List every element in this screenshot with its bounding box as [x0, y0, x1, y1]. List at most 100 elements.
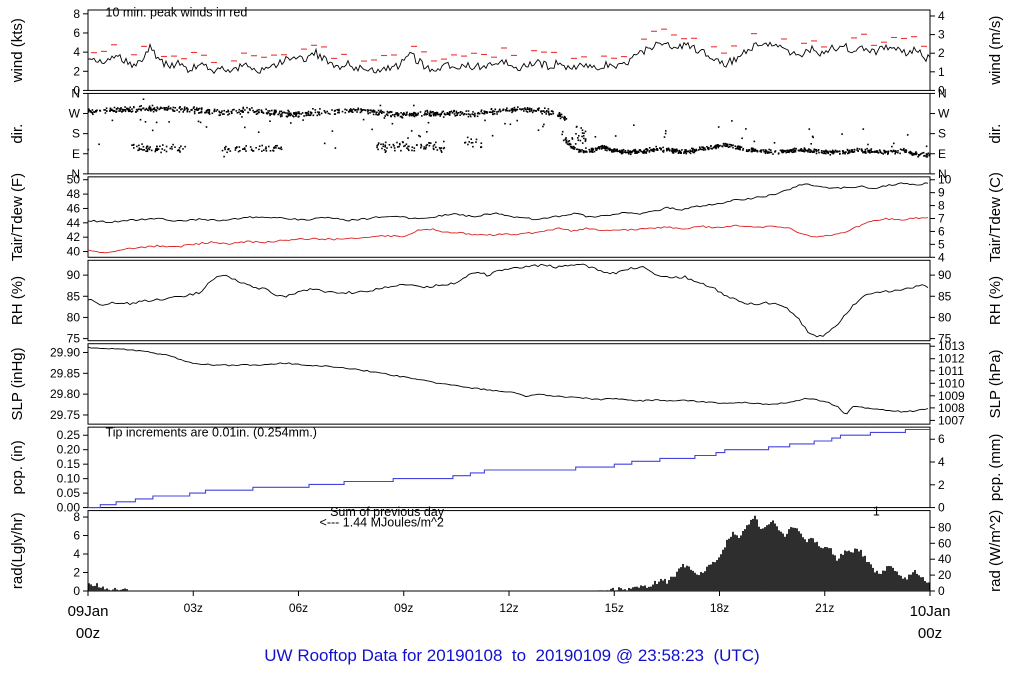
annotation-rad: <--- 1.44 MJoules/m^2 [320, 515, 444, 529]
panel-rh: 7580859075808590RH (%) RH (%) [9, 259, 1004, 346]
y-tick-label-right: 2 [938, 46, 945, 60]
y-tick-label-right: 80 [938, 310, 952, 324]
x-axis: 03z 06z 09z 12z 15z 18z 21z 09Jan 00z 10Jan 00z [68, 591, 951, 642]
y-tick-label-left: 0.15 [57, 457, 81, 471]
x-end-date-label: 10Jan [910, 603, 951, 620]
y-tick-label-left: 29.75 [50, 408, 80, 422]
y-tick-label-left: 85 [67, 289, 81, 303]
x-tick-label: 12z [499, 601, 518, 615]
axis-label-right-pcp: pcp. (mm) [987, 434, 1004, 502]
y-tick-label-right: 2 [938, 478, 945, 492]
axis-label-right-temp: Tair/Tdew (C) [987, 172, 1004, 262]
axis-label-right-rad: rad (W/m^2) [987, 510, 1004, 592]
y-tick-label-right: 1008 [938, 401, 965, 415]
axis-label-left-rad: rad(Lgly/hr) [9, 512, 26, 589]
annotation-pcp: Tip increments are 0.01in. (0.254mm.) [106, 426, 317, 440]
y-tick-label-right: 6 [938, 224, 945, 238]
x-tick-label: 18z [710, 601, 729, 615]
panel-slp: 29.75 29.80 29.85 29.90 10071008100910101011… [9, 339, 1004, 427]
y-tick-label-right: 1012 [938, 352, 965, 366]
y-tick-label-right: 3 [938, 28, 945, 42]
y-tick-label-left: 2 [73, 64, 80, 78]
y-tick-label-left: 6 [73, 26, 80, 40]
axis-label-left-temp: Tair/Tdew (F) [9, 173, 26, 261]
y-tick-label-left: 4 [73, 547, 80, 561]
panel-rad: 02468020406080rad(Lgly/hr) rad (W/m^2)Sum… [9, 505, 1004, 598]
y-tick-label-right: 10 [938, 173, 952, 187]
y-tick-label-right: 4 [938, 250, 945, 264]
y-tick-label-right: 40 [938, 552, 952, 566]
axis-label-left-dir: dir. [9, 124, 26, 144]
y-tick-label-right: 85 [938, 289, 952, 303]
axis-label-left-wind: wind (kts) [9, 18, 26, 83]
y-tick-label-left: 90 [67, 268, 81, 282]
x-end-date-label: 00z [918, 625, 942, 642]
y-tick-label-left: 29.80 [50, 387, 80, 401]
x-tick-label: 15z [605, 601, 624, 615]
y-tick-label-left: 75 [67, 332, 81, 346]
x-start-date-label: 00z [76, 625, 100, 642]
y-tick-label-left: 8 [73, 510, 80, 524]
y-tick-label-right: 1013 [938, 339, 965, 353]
x-start-date-label: 09Jan [68, 603, 109, 620]
y-tick-label-right: 1010 [938, 376, 965, 390]
y-tick-label-left: 0.25 [57, 428, 81, 442]
panel-pcp: 0.000.050.100.150.200.250246pcp. (in) pcp… [9, 426, 1004, 515]
y-tick-label-right: 4 [938, 455, 945, 469]
y-tick-label-right: 90 [938, 268, 952, 282]
y-tick-label-right: 0 [938, 501, 945, 515]
axis-label-left-pcp: pcp. (in) [9, 440, 26, 494]
annotation-wind: 10 min. peak winds in red [106, 6, 248, 20]
y-tick-label-left: S [72, 127, 80, 141]
panel-temp: 404244464850 45678910 Tair/Tdew (F) Tair/Td… [9, 172, 1004, 264]
x-tick-label: 09z [394, 601, 413, 615]
x-tick-label: 21z [815, 601, 834, 615]
y-tick-label-right: 60 [938, 536, 952, 550]
y-tick-label-right: 20 [938, 568, 952, 582]
panel-dir: NWSENNWSENdir. dir. [9, 86, 1004, 180]
y-tick-label-left: 80 [67, 310, 81, 324]
chart-title: UW Rooftop Data for 20190108 to 20190109… [264, 646, 760, 665]
axis-label-left-slp: SLP (inHg) [9, 347, 26, 420]
x-tick-label: 03z [184, 601, 203, 615]
y-tick-label-left: N [71, 86, 80, 100]
y-tick-label-left: 2 [73, 566, 80, 580]
y-tick-label-right: N [938, 86, 947, 100]
y-tick-label-right: 1011 [938, 364, 964, 378]
axis-label-right-wind: wind (m/s) [987, 16, 1004, 86]
y-tick-label-left: 40 [67, 245, 81, 259]
y-tick-label-left: E [72, 147, 80, 161]
y-tick-label-right: W [938, 107, 950, 121]
y-tick-label-right: 1007 [938, 413, 965, 427]
y-tick-label-right: 80 [938, 520, 952, 534]
y-tick-label-right: 0 [938, 584, 945, 598]
y-tick-label-right: 1 [938, 65, 945, 79]
y-tick-label-right: 9 [938, 186, 945, 200]
y-tick-label-left: W [69, 107, 81, 121]
annotation-rad: 1 [873, 505, 880, 519]
y-tick-label-left: 48 [67, 187, 81, 201]
chart-canvas: 0246801234wind (kts) wind (m/s)10 min. pe… [9, 6, 1004, 642]
x-tick-label: 06z [289, 601, 308, 615]
y-tick-label-right: 5 [938, 237, 945, 251]
y-tick-label-right: 7 [938, 212, 945, 226]
y-tick-label-left: 4 [73, 45, 80, 59]
y-tick-label-left: 0 [73, 584, 80, 598]
axis-label-right-rh: RH (%) [987, 276, 1004, 325]
y-tick-label-left: 8 [73, 7, 80, 21]
y-tick-label-right: 4 [938, 9, 945, 23]
y-tick-label-left: 0.20 [57, 443, 81, 457]
y-tick-label-left: 46 [67, 201, 81, 215]
y-tick-label-right: 1009 [938, 389, 965, 403]
y-tick-label-right: 6 [938, 432, 945, 446]
panel-wind: 0246801234wind (kts) wind (m/s)10 min. pe… [9, 6, 1004, 98]
axis-label-right-dir: dir. [987, 124, 1004, 144]
y-tick-label-right: 8 [938, 199, 945, 213]
y-tick-label-left: 6 [73, 529, 80, 543]
y-tick-label-left: 50 [67, 173, 81, 187]
y-tick-label-right: E [938, 147, 946, 161]
y-tick-label-left: 29.90 [50, 345, 80, 359]
y-tick-label-left: 29.85 [50, 366, 80, 380]
axis-label-right-slp: SLP (hPa) [987, 349, 1004, 418]
y-tick-label-left: 42 [67, 230, 81, 244]
